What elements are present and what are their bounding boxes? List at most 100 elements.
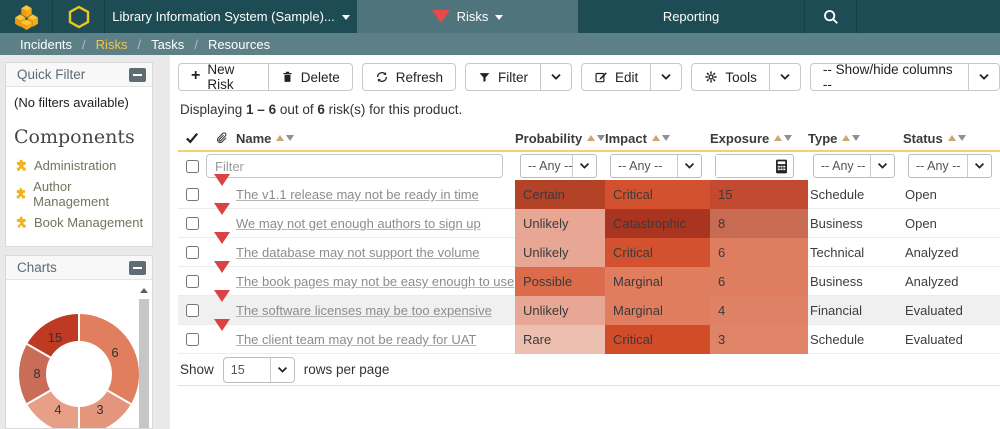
rows-per-page-select[interactable]: 15 [223,357,295,383]
sort-asc-icon[interactable] [652,135,660,141]
risk-name-link[interactable]: The database may not support the volume [236,245,515,260]
sort-asc-icon[interactable] [587,135,595,141]
sort-arrows[interactable] [652,135,670,141]
breadcrumb-tasks[interactable]: Tasks [151,37,184,52]
filter-dropdown-button[interactable] [541,63,572,91]
column-header-probability[interactable]: Probability [515,131,605,146]
sort-desc-icon[interactable] [286,135,294,141]
sort-desc-icon[interactable] [662,135,670,141]
exposure-filter-input[interactable] [716,155,769,177]
name-filter-input[interactable] [206,154,503,178]
global-search-button[interactable] [805,0,857,33]
chevron-down-icon [550,73,562,81]
show-hide-columns-dropdown-button[interactable] [969,63,1000,91]
risk-name-link[interactable]: The v1.1 release may not be ready in tim… [236,187,515,202]
charts-scrollbar[interactable] [138,283,150,429]
component-item-book-management[interactable]: Book Management [14,215,144,230]
column-header-exposure[interactable]: Exposure [710,131,808,146]
type-filter-select[interactable]: -- Any -- [813,154,895,178]
show-hide-columns-label: -- Show/hide columns -- [823,62,956,92]
scroll-up-arrow-icon[interactable] [138,283,150,297]
risk-name-link[interactable]: The software licenses may be too expensi… [236,303,515,318]
probability-filter-select[interactable]: -- Any -- [520,154,597,178]
edit-button[interactable]: Edit [581,63,651,91]
sort-desc-icon[interactable] [597,135,605,141]
sort-desc-icon[interactable] [784,135,792,141]
table-row[interactable]: The v1.1 release may not be ready in tim… [178,180,1000,209]
tools-dropdown-button[interactable] [770,63,801,91]
component-item-author-management[interactable]: Author Management [14,179,144,209]
component-item-administration[interactable]: Administration [14,158,144,173]
impact-cell: Marginal [605,296,710,325]
table-row[interactable]: We may not get enough authors to sign up… [178,209,1000,238]
status-filter-value: -- Any -- [909,159,967,173]
collapse-minus-icon[interactable] [129,261,146,275]
scrollbar-track[interactable] [139,299,149,429]
nav-tab-risks[interactable]: Risks [357,0,578,33]
column-header-type[interactable]: Type [808,131,903,146]
risk-list-main: + New Risk Delete Refresh Filter [170,55,1000,429]
risk-name-link[interactable]: The book pages may not be easy enough to… [236,274,515,289]
table-row[interactable]: The software licenses may be too expensi… [178,296,1000,325]
status-filter-select[interactable]: -- Any -- [908,154,992,178]
row-checkbox[interactable] [186,304,199,317]
sort-asc-icon[interactable] [276,135,284,141]
show-hide-columns-select[interactable]: -- Show/hide columns -- [810,63,969,91]
table-row[interactable]: The database may not support the volume … [178,238,1000,267]
sort-desc-icon[interactable] [958,135,966,141]
sort-asc-icon[interactable] [948,135,956,141]
nav-tab-reporting[interactable]: Reporting [578,0,805,33]
edit-dropdown-button[interactable] [651,63,682,91]
calculator-button[interactable] [769,155,793,177]
impact-cell: Marginal [605,267,710,296]
sort-asc-icon[interactable] [842,135,850,141]
tools-button[interactable]: Tools [691,63,770,91]
risk-name-link[interactable]: We may not get enough authors to sign up [236,216,515,231]
type-cell: Technical [808,245,903,260]
puzzle-icon [14,216,28,230]
new-risk-button[interactable]: + New Risk [178,63,269,91]
row-checkbox[interactable] [186,188,199,201]
row-checkbox[interactable] [186,275,199,288]
row-checkbox[interactable] [186,333,199,346]
table-row[interactable]: The client team may not be ready for UAT… [178,325,1000,354]
calculator-icon [775,159,788,174]
column-header-status[interactable]: Status [903,131,1000,146]
component-label: Administration [34,158,116,173]
sort-arrows[interactable] [587,135,605,141]
collapse-minus-icon[interactable] [129,68,146,82]
row-checkbox[interactable] [186,217,199,230]
row-checkbox[interactable] [186,246,199,259]
sort-arrows[interactable] [842,135,860,141]
probability-cell: Unlikely [515,238,605,267]
delete-button[interactable]: Delete [269,63,353,91]
scrollbar-thumb[interactable] [139,299,149,429]
sort-desc-icon[interactable] [852,135,860,141]
donut-label: 8 [29,366,45,382]
column-header-impact[interactable]: Impact [605,131,710,146]
project-selector[interactable]: Library Information System (Sample)... [105,0,357,33]
breadcrumb-incidents[interactable]: Incidents [20,37,72,52]
paperclip-icon [215,131,228,145]
table-row[interactable]: The book pages may not be easy enough to… [178,267,1000,296]
workspace-switcher[interactable] [53,0,105,33]
breadcrumb-risks[interactable]: Risks [96,37,128,52]
refresh-button[interactable]: Refresh [362,63,456,91]
breadcrumb-resources[interactable]: Resources [208,37,270,52]
probability-filter-value: -- Any -- [521,159,572,173]
chevron-down-icon [684,162,695,170]
sort-arrows[interactable] [948,135,966,141]
sort-arrows[interactable] [774,135,792,141]
chevron-down-icon [579,162,590,170]
filter-button[interactable]: Filter [465,63,541,91]
sort-arrows[interactable] [276,135,294,141]
app-logo[interactable] [0,0,53,33]
no-filters-message: (No filters available) [14,95,144,110]
column-header-name[interactable]: Name [236,131,515,146]
sort-asc-icon[interactable] [774,135,782,141]
filter-row-checkbox[interactable] [186,160,199,173]
search-icon [822,8,840,26]
impact-filter-select[interactable]: -- Any -- [610,154,702,178]
risk-name-link[interactable]: The client team may not be ready for UAT [236,332,515,347]
risk-triangle-icon [432,10,450,23]
